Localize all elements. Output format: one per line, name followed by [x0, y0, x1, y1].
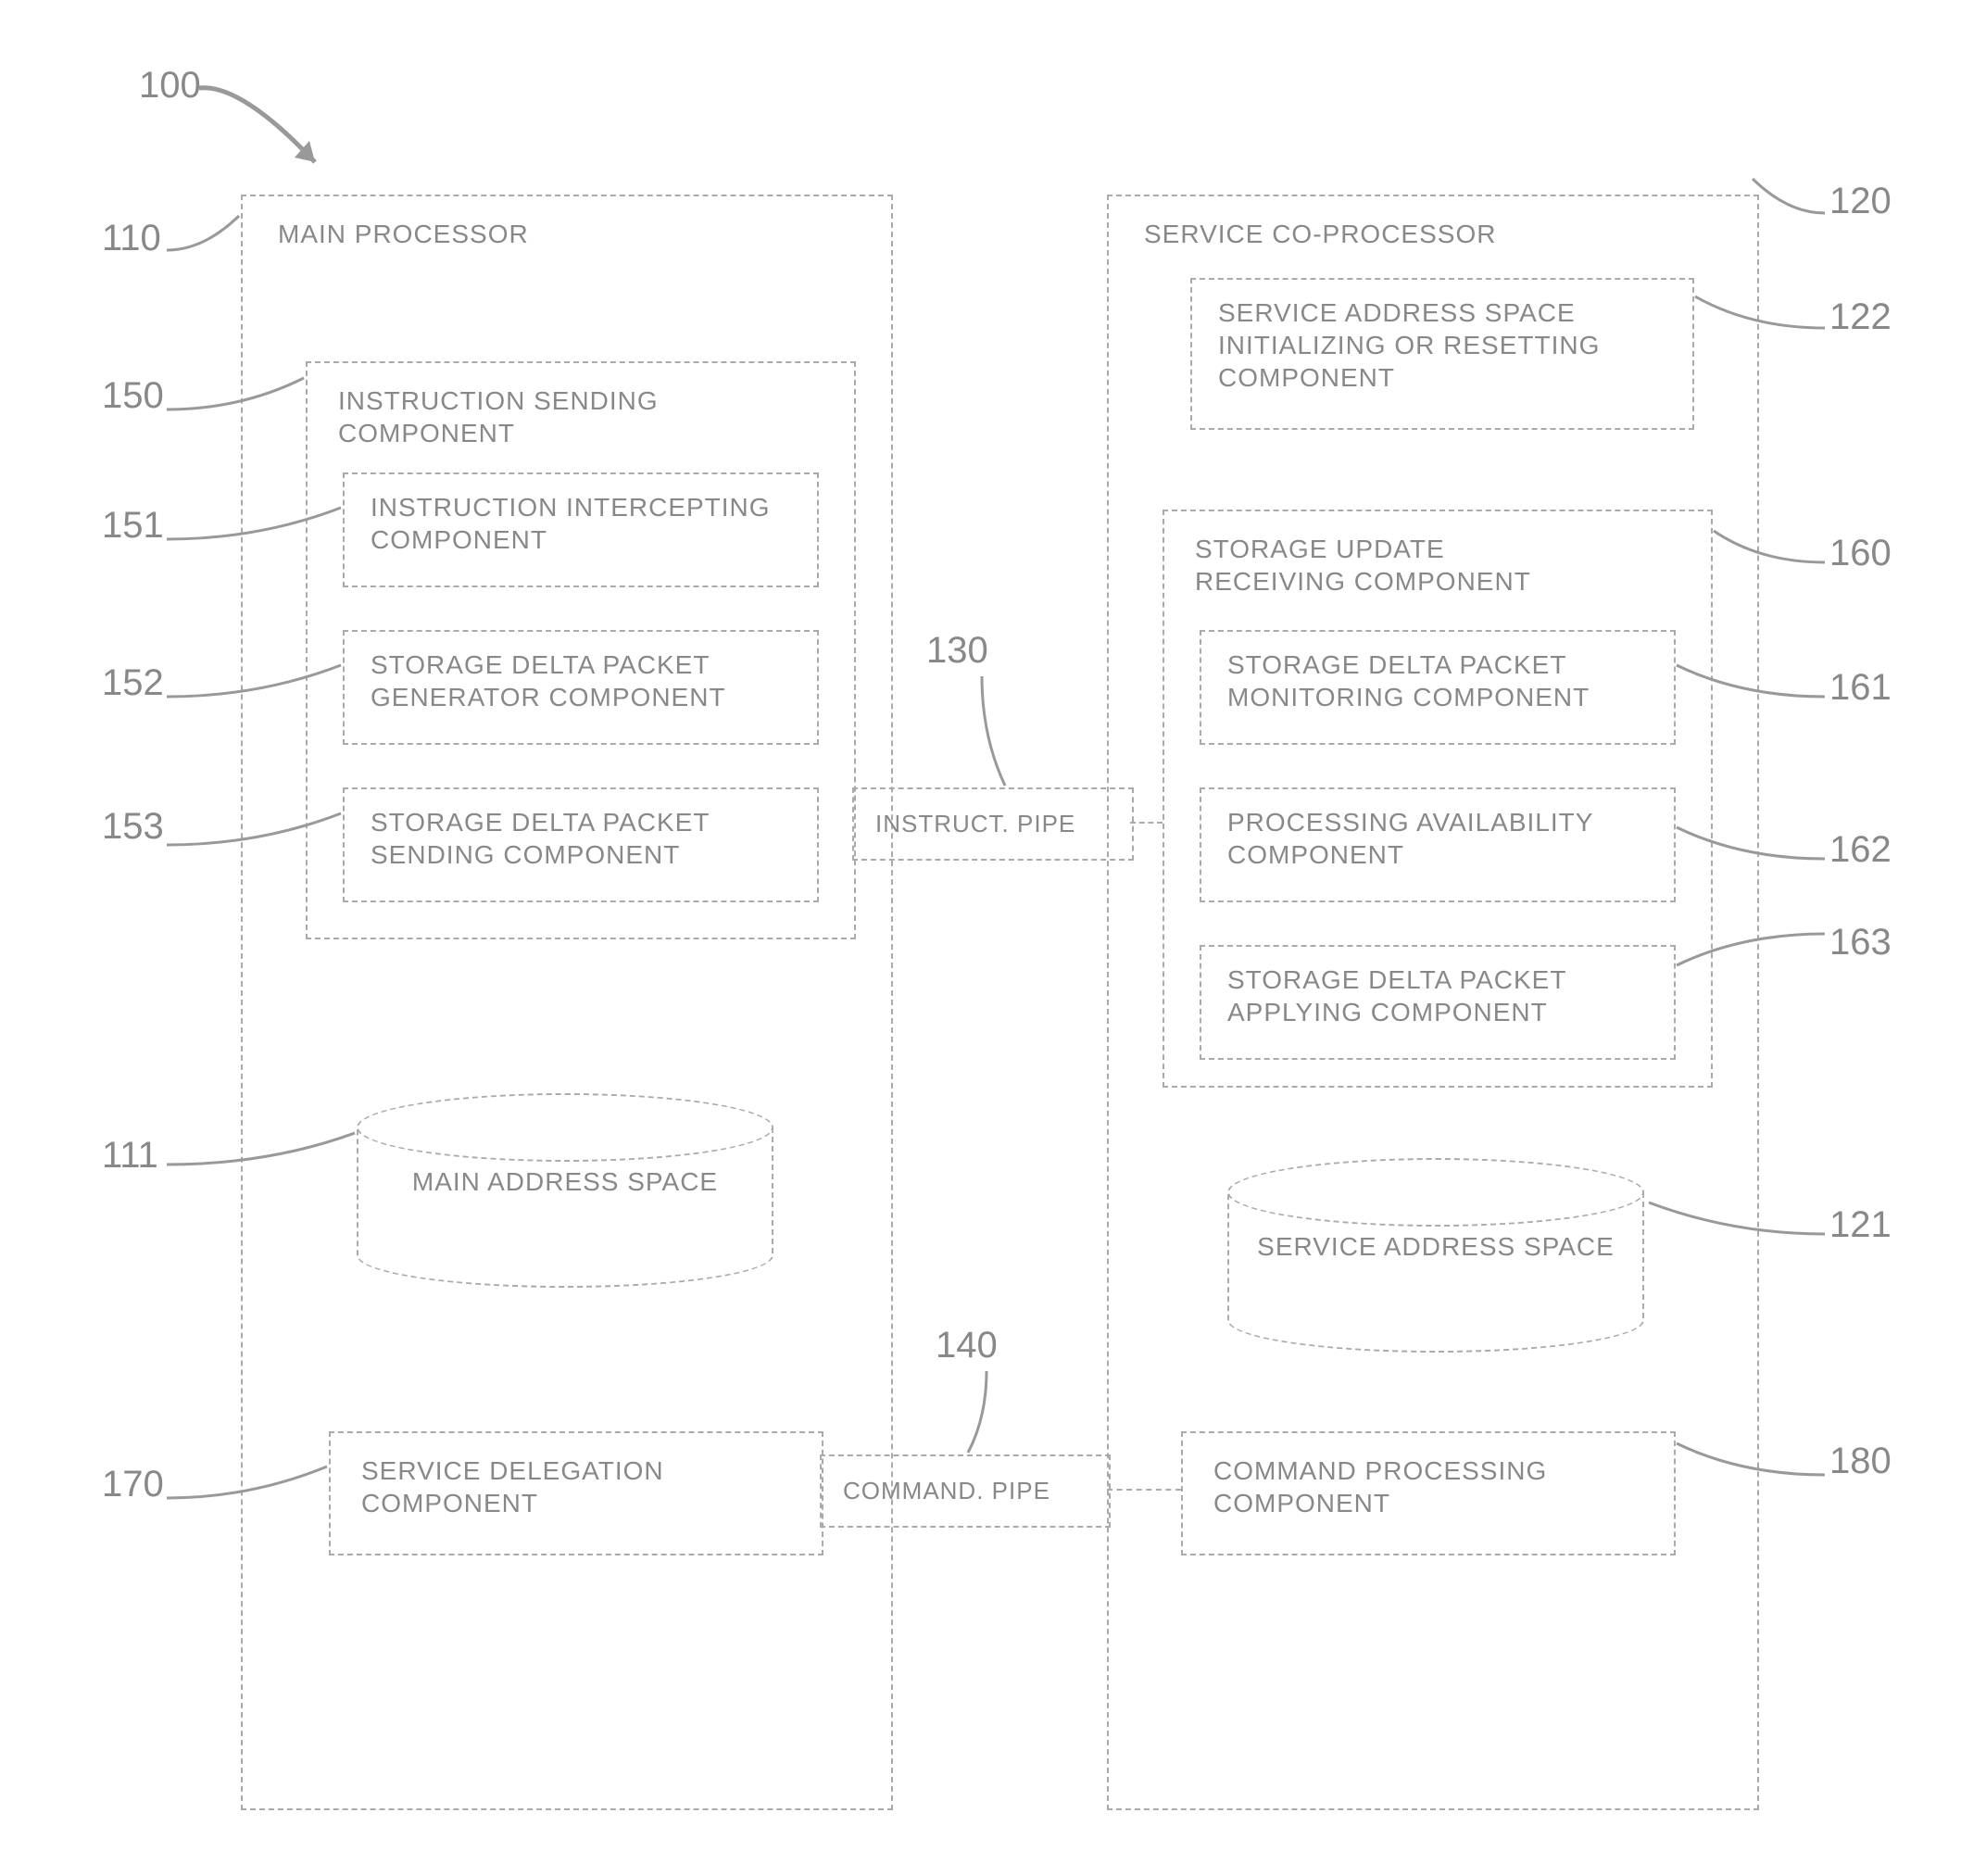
ref-162: 162	[1829, 829, 1892, 871]
ref-122: 122	[1829, 296, 1892, 338]
leader-line	[157, 658, 352, 709]
ref-163: 163	[1829, 922, 1892, 963]
main-address-space-label: MAIN ADDRESS SPACE	[357, 1165, 773, 1198]
ref-121: 121	[1829, 1204, 1892, 1246]
leader-line	[157, 1459, 338, 1510]
storage-delta-sending-label: STORAGE DELTA PACKET SENDING COMPONENT	[371, 806, 787, 871]
leader-line	[1704, 523, 1834, 574]
leader-line	[157, 208, 250, 264]
ref-130: 130	[926, 630, 988, 672]
ref-160: 160	[1829, 533, 1892, 574]
ref-161: 161	[1829, 667, 1892, 709]
ref-151: 151	[102, 505, 164, 547]
instruct-pipe-label: INSTRUCT. PIPE	[875, 809, 1075, 839]
leader-line	[1741, 171, 1834, 227]
instruction-sending-title: INSTRUCTION SENDING COMPONENT	[338, 384, 727, 449]
pipe-connector	[1130, 822, 1163, 824]
leader-line	[157, 806, 352, 857]
leader-line	[1686, 289, 1834, 340]
pipe-connector	[1107, 1489, 1181, 1491]
leader-line	[1640, 1195, 1834, 1246]
leader-line	[1667, 820, 1834, 871]
main-processor-title: MAIN PROCESSOR	[278, 218, 529, 250]
ref-110: 110	[102, 218, 161, 259]
storage-delta-monitoring-label: STORAGE DELTA PACKET MONITORING COMPONEN…	[1227, 648, 1644, 713]
diagram-canvas: 100 MAIN PROCESSOR 110 INSTRUCTION SENDI…	[0, 0, 1986, 1876]
leader-line	[959, 1366, 1024, 1459]
service-delegation-label: SERVICE DELEGATION COMPONENT	[361, 1454, 750, 1519]
ref-153: 153	[102, 806, 164, 848]
ref-152: 152	[102, 662, 164, 704]
leader-line	[157, 1126, 366, 1177]
ref-140: 140	[936, 1325, 998, 1366]
ref-180: 180	[1829, 1441, 1892, 1482]
service-address-space-cylinder: SERVICE ADDRESS SPACE	[1227, 1158, 1644, 1353]
ref-150: 150	[102, 375, 164, 417]
ref-111: 111	[102, 1135, 158, 1177]
processing-availability-label: PROCESSING AVAILABILITY COMPONENT	[1227, 806, 1644, 871]
service-co-processor-title: SERVICE CO-PROCESSOR	[1144, 218, 1496, 250]
leader-line	[1667, 1436, 1834, 1487]
ref-170: 170	[102, 1464, 164, 1505]
storage-delta-applying-label: STORAGE DELTA PACKET APPLYING COMPONENT	[1227, 963, 1644, 1028]
storage-delta-generator-label: STORAGE DELTA PACKET GENERATOR COMPONENT	[371, 648, 787, 713]
storage-update-receiving-title: STORAGE UPDATE RECEIVING COMPONENT	[1195, 533, 1584, 598]
instruction-intercepting-label: INSTRUCTION INTERCEPTING COMPONENT	[371, 491, 787, 556]
command-pipe-label: COMMAND. PIPE	[843, 1476, 1050, 1506]
main-address-space-cylinder: MAIN ADDRESS SPACE	[357, 1093, 773, 1288]
leader-line	[157, 371, 315, 422]
leader-line	[959, 672, 1024, 792]
leader-line	[1667, 658, 1834, 709]
leader-line	[1667, 926, 1834, 977]
command-processing-label: COMMAND PROCESSING COMPONENT	[1213, 1454, 1603, 1519]
service-init-label: SERVICE ADDRESS SPACE INITIALIZING OR RE…	[1218, 296, 1663, 394]
arrow-icon	[185, 74, 352, 204]
service-address-space-label: SERVICE ADDRESS SPACE	[1227, 1230, 1644, 1263]
ref-120: 120	[1829, 181, 1892, 222]
leader-line	[157, 500, 352, 551]
